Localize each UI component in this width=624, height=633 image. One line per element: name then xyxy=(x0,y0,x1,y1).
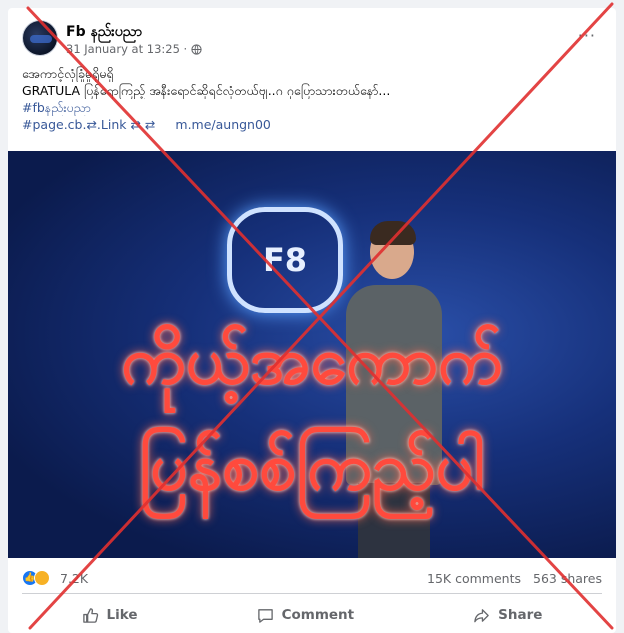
share-icon xyxy=(474,608,489,622)
haha-reaction-icon xyxy=(34,570,50,586)
share-count[interactable]: 563 shares xyxy=(533,571,602,586)
post-photo[interactable]: F8 ကိုယ့်အကောက် ပြန်စစ်ကြည့်ပါ xyxy=(8,151,616,558)
more-options-icon[interactable]: ··· xyxy=(578,26,596,45)
post-card: Fb နည်းပညာ 31 January at 13:25 · ··· အေက… xyxy=(8,8,616,633)
post-text: အေကာင့်လုံခြုံမှုရှိမရှိ GRATULA ပြန်ရော… xyxy=(22,65,602,133)
comment-button[interactable]: Comment xyxy=(257,607,355,624)
post-header: Fb နည်းပညာ 31 January at 13:25 · ··· xyxy=(20,18,604,60)
post-line-1: အေကာင့်လုံခြုံမှုရှိမရှိ xyxy=(22,66,114,81)
share-button[interactable]: Share xyxy=(473,607,542,624)
photo-caption-line-1: ကိုယ့်အကောက် xyxy=(121,322,503,399)
divider xyxy=(22,593,602,594)
comment-label: Comment xyxy=(281,607,355,623)
timestamp[interactable]: 31 January at 13:25 · xyxy=(66,42,187,56)
like-button[interactable]: Like xyxy=(82,607,138,624)
reaction-icons[interactable]: 👍 xyxy=(22,570,50,586)
comment-count[interactable]: 15K comments xyxy=(427,571,521,586)
f8-logo: F8 xyxy=(227,207,343,313)
globe-icon xyxy=(191,43,202,55)
post-line-2: GRATULA ပြန်ရောကြည့် အနီးရောင်ဆိုရင်လုံတ… xyxy=(22,83,391,98)
like-label: Like xyxy=(106,607,138,623)
engagement-counts: 15K comments 563 shares xyxy=(427,571,602,586)
page-tag[interactable]: #page.cb.⇄.Link ⇄ ⇄ xyxy=(22,117,155,132)
post-meta: 31 January at 13:25 · xyxy=(66,42,202,56)
avatar[interactable] xyxy=(22,20,58,56)
messenger-link[interactable]: m.me/aungn00 xyxy=(175,117,271,132)
thumbs-up-icon xyxy=(82,607,98,623)
reaction-count[interactable]: 7.2K xyxy=(60,571,88,586)
reaction-bar: 👍 7.2K 15K comments 563 shares xyxy=(22,568,602,590)
hashtag[interactable]: #fbနည်းပညာ xyxy=(22,99,602,116)
author-name[interactable]: Fb နည်းပညာ xyxy=(66,22,142,43)
action-bar: Like Comment Share xyxy=(22,600,602,630)
link-line: #page.cb.⇄.Link ⇄ ⇄ m.me/aungn00 xyxy=(22,116,602,133)
comment-icon xyxy=(257,608,273,623)
photo-caption-line-2: ပြန်စစ်ကြည့်ပါ xyxy=(139,428,485,505)
share-label: Share xyxy=(498,607,543,623)
